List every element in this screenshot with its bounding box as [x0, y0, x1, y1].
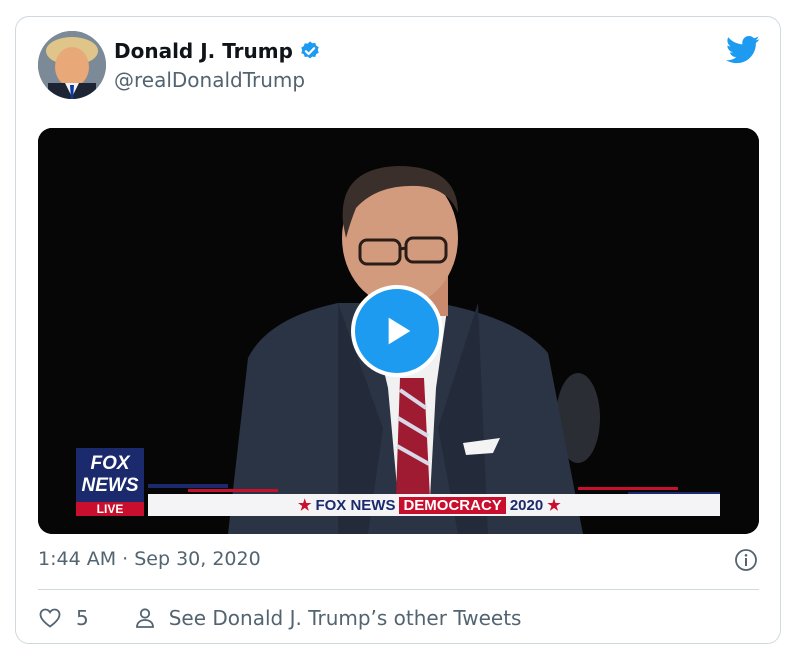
twitter-bird-icon[interactable]: [726, 35, 760, 65]
banner-fox: FOX NEWS: [315, 496, 396, 514]
play-icon: [388, 317, 411, 345]
see-other-tweets-link[interactable]: See Donald J. Trump’s other Tweets: [133, 606, 522, 630]
like-count: 5: [76, 606, 89, 630]
logo-line3: LIVE: [76, 502, 144, 516]
star-icon: ★: [547, 497, 561, 514]
author-name[interactable]: Donald J. Trump: [114, 39, 293, 63]
author-handle[interactable]: @realDonaldTrump: [114, 68, 305, 92]
banner-year: 2020: [509, 496, 544, 514]
see-other-tweets-label: See Donald J. Trump’s other Tweets: [168, 606, 522, 630]
play-button[interactable]: [351, 285, 443, 377]
verified-badge-icon: [301, 41, 319, 59]
divider: [38, 589, 759, 590]
tweet-actions: 5 See Donald J. Trump’s other Tweets: [38, 603, 521, 633]
like-button[interactable]: 5: [38, 606, 89, 630]
logo-line1: FOX: [90, 453, 130, 474]
logo-line2: NEWS: [81, 475, 139, 496]
info-icon[interactable]: [734, 548, 758, 572]
banner-democracy: DEMOCRACY: [399, 496, 506, 514]
author-name-row[interactable]: Donald J. Trump: [114, 39, 321, 63]
star-icon: ★: [298, 497, 312, 514]
person-icon: [135, 608, 154, 628]
avatar[interactable]: [38, 31, 106, 99]
video-player[interactable]: FOX NEWS LIVE ★ FOX NEWS DEMOCRACY 2020 …: [38, 128, 759, 534]
tweet-card[interactable]: Donald J. Trump @realDonaldTrump FOX NEW…: [15, 16, 781, 644]
tweet-timestamp[interactable]: 1:44 AM · Sep 30, 2020: [38, 548, 261, 570]
heart-icon: [39, 608, 61, 628]
fox-news-live-logo: FOX NEWS LIVE: [76, 448, 144, 516]
debate-banner: ★ FOX NEWS DEMOCRACY 2020 ★: [148, 494, 720, 516]
